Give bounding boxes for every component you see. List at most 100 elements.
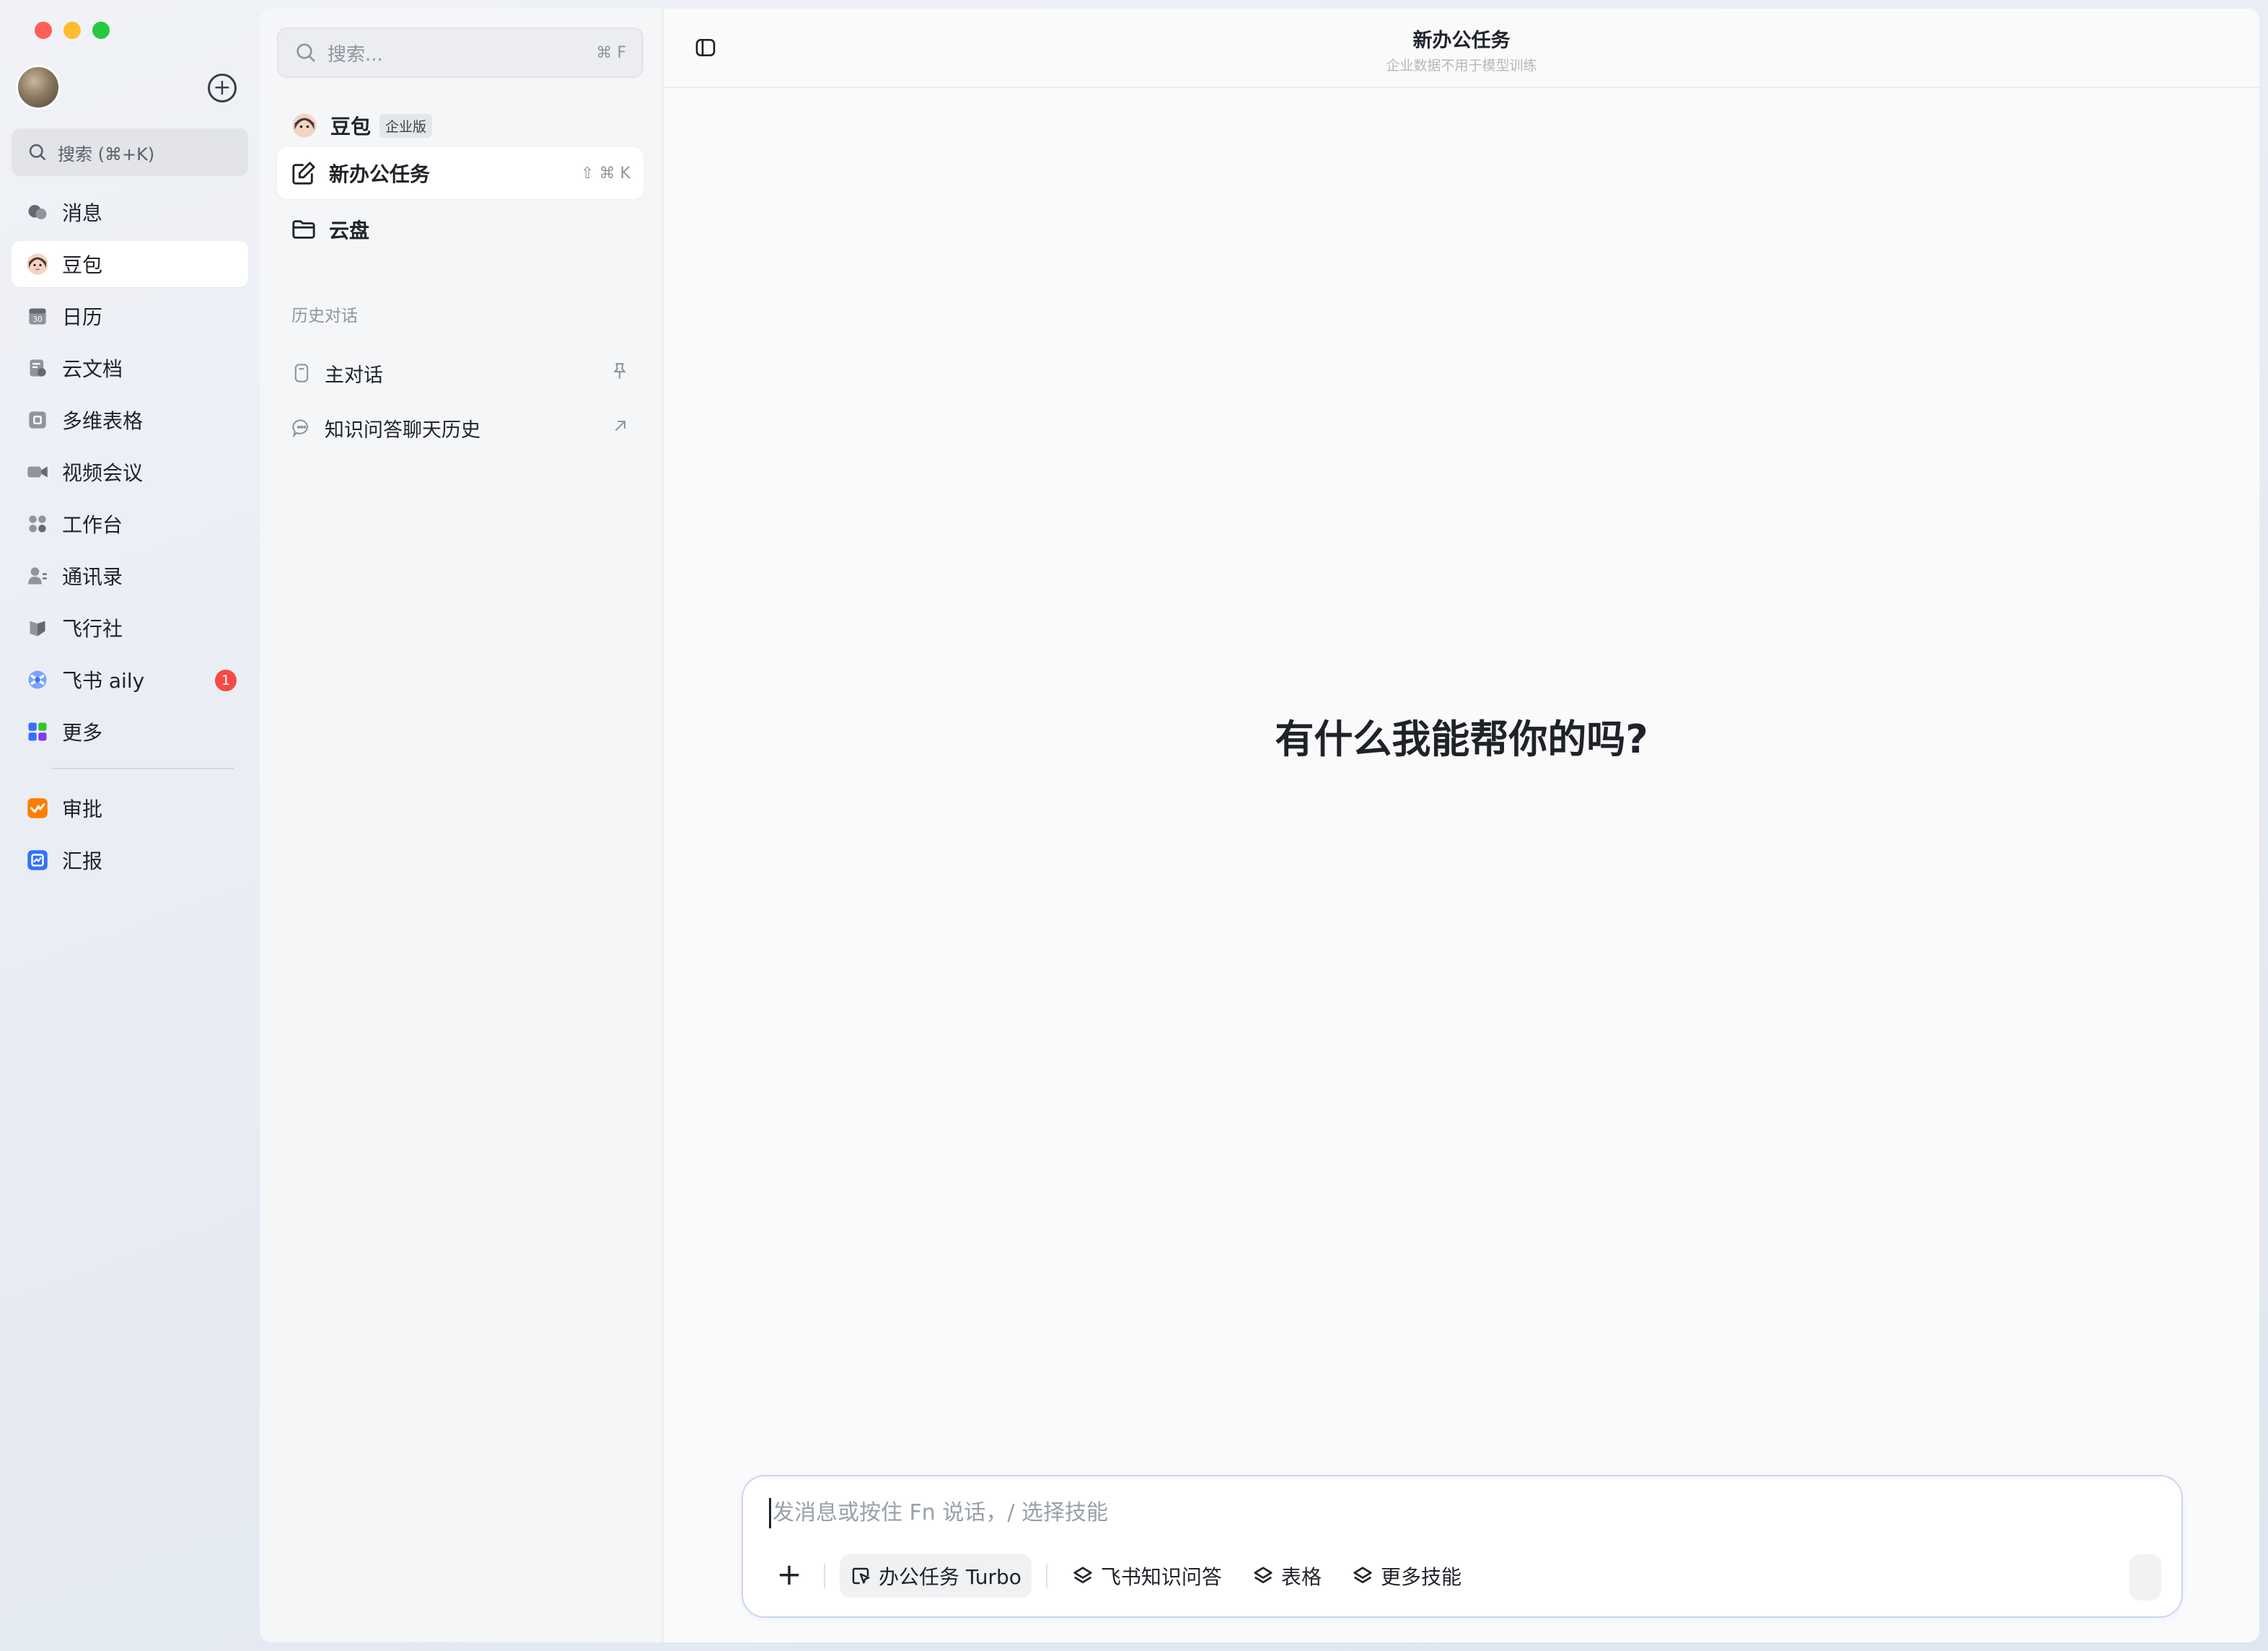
skill-office-task-turbo[interactable]: 办公任务 Turbo	[840, 1554, 1032, 1598]
add-attachment-button[interactable]: +	[769, 1556, 809, 1596]
message-composer: 发消息或按住 Fn 说话，/ 选择技能 + 办公任务 Turbo 飞书知识问答 …	[742, 1475, 2183, 1618]
history-item[interactable]: 主对话	[277, 349, 643, 397]
workplace-icon	[26, 512, 49, 535]
zoom-window-button[interactable]	[92, 22, 110, 39]
minimize-window-button[interactable]	[63, 22, 81, 39]
skill-layers-icon	[1254, 1567, 1273, 1584]
nav-item-workplace[interactable]: 工作台	[12, 501, 248, 547]
skill-label: 办公任务 Turbo	[879, 1565, 1021, 1589]
nav-item-label: 云文档	[62, 357, 123, 381]
create-plus-icon[interactable]: +	[208, 74, 237, 102]
nav-item-feixingshe[interactable]: 飞行社	[12, 605, 248, 651]
toolbar-divider	[824, 1564, 825, 1588]
svg-text:30: 30	[32, 315, 42, 324]
doubao-avatar-icon	[292, 113, 317, 138]
new-task-shortcut: ⇧ ⌘ K	[581, 164, 630, 183]
edit-icon	[292, 162, 315, 185]
feixingshe-icon	[26, 616, 49, 639]
calendar-icon: 30	[26, 305, 49, 328]
global-search-button[interactable]: 搜索 (⌘+K)	[12, 128, 248, 176]
nav-item-label: 豆包	[62, 253, 103, 277]
skill-layers-icon	[1353, 1567, 1372, 1584]
cloud-drive-item[interactable]: 云盘	[277, 203, 643, 255]
nav-item-label: 视频会议	[62, 461, 144, 485]
nav-item-cloud-docs[interactable]: 云文档	[12, 345, 248, 391]
nav-item-label: 更多	[62, 721, 103, 745]
nav-item-messages[interactable]: 消息	[12, 189, 248, 235]
message-icon	[26, 201, 49, 224]
nav-app-report[interactable]: 汇报	[12, 837, 248, 883]
history-item-label: 主对话	[325, 364, 383, 387]
user-avatar[interactable]	[16, 65, 61, 110]
doubao-enterprise-item[interactable]: 豆包 企业版	[277, 100, 643, 152]
search-shortcut: ⌘ F	[596, 43, 626, 62]
doubao-label: 豆包	[330, 115, 372, 139]
video-meeting-icon	[26, 460, 49, 483]
nav-item-list: 消息 豆包 30 日历 云文档 多维表格 视频会议 工作台 通讯录 飞行社 飞书…	[12, 189, 248, 889]
nav-item-contacts[interactable]: 通讯录	[12, 553, 248, 599]
folder-icon	[292, 220, 315, 239]
nav-item-calendar[interactable]: 30 日历	[12, 293, 248, 339]
enterprise-tag: 企业版	[379, 113, 433, 138]
chat-doc-icon	[294, 364, 309, 382]
nav-item-label: 工作台	[62, 513, 123, 537]
nav-item-label: 审批	[62, 797, 103, 821]
skill-label: 飞书知识问答	[1100, 1565, 1222, 1589]
history-item[interactable]: 知识问答聊天历史	[277, 404, 643, 452]
chat-header: 新办公任务 企业数据不用于模型训练	[664, 9, 2259, 88]
new-task-label: 新办公任务	[329, 162, 431, 186]
composer-toolbar: + 办公任务 Turbo 飞书知识问答 表格 更多技能	[769, 1554, 1472, 1598]
main-navigation: + 搜索 (⌘+K) 消息 豆包 30 日历 云文档 多维表格 视频会议 工作台…	[0, 0, 260, 1651]
chat-bubble-icon	[292, 419, 309, 438]
pin-icon[interactable]	[610, 362, 629, 385]
welcome-greeting: 有什么我能帮你的吗?	[1275, 717, 1648, 762]
global-search-label: 搜索 (⌘+K)	[58, 144, 155, 165]
send-button[interactable]	[2129, 1554, 2161, 1600]
close-window-button[interactable]	[35, 22, 52, 39]
cloud-doc-icon	[26, 356, 49, 380]
nav-item-label: 日历	[62, 305, 103, 329]
page-title: 新办公任务	[1412, 30, 1511, 52]
doubao-avatar-icon	[26, 253, 49, 276]
history-section-title: 历史对话	[291, 307, 358, 325]
skill-label: 更多技能	[1380, 1565, 1462, 1589]
history-item-label: 知识问答聊天历史	[325, 419, 480, 442]
nav-divider	[52, 768, 234, 769]
base-table-icon	[26, 408, 49, 432]
more-apps-icon	[26, 720, 49, 743]
nav-item-video-meeting[interactable]: 视频会议	[12, 449, 248, 495]
new-task-button[interactable]: 新办公任务 ⇧ ⌘ K	[277, 147, 643, 199]
report-icon	[26, 849, 49, 872]
nav-item-label: 通讯录	[62, 565, 123, 589]
aily-icon	[26, 668, 49, 691]
skill-table[interactable]: 表格	[1242, 1554, 1332, 1598]
conversation-search-input[interactable]: 搜索... ⌘ F	[277, 27, 643, 78]
skill-layers-icon	[1073, 1567, 1092, 1584]
nav-item-label: 汇报	[62, 849, 103, 873]
search-icon	[296, 43, 315, 62]
contacts-icon	[26, 564, 49, 587]
window-controls	[35, 22, 110, 39]
nav-item-label: 飞行社	[62, 617, 123, 641]
skill-more[interactable]: 更多技能	[1342, 1554, 1472, 1598]
search-placeholder: 搜索...	[328, 43, 383, 66]
toolbar-divider	[1045, 1564, 1047, 1588]
nav-app-approval[interactable]: 审批	[12, 785, 248, 831]
nav-item-doubao[interactable]: 豆包	[12, 241, 248, 287]
nav-item-base[interactable]: 多维表格	[12, 397, 248, 443]
message-input[interactable]: 发消息或按住 Fn 说话，/ 选择技能	[769, 1498, 1108, 1528]
nav-item-aily[interactable]: 飞书 aily 1	[12, 657, 248, 703]
privacy-note: 企业数据不用于模型训练	[1386, 58, 1537, 74]
doubao-sidebar: 搜索... ⌘ F 豆包 企业版 新办公任务 ⇧ ⌘ K 云盘 历史对话 主对话…	[260, 9, 662, 1642]
search-icon	[29, 144, 46, 161]
chat-main-panel: 新办公任务 企业数据不用于模型训练 有什么我能帮你的吗? 发消息或按住 Fn 说…	[662, 9, 2259, 1642]
approval-icon	[26, 797, 49, 820]
skill-label: 表格	[1280, 1565, 1322, 1589]
nav-item-label: 飞书 aily	[62, 669, 145, 693]
nav-item-label: 消息	[62, 201, 103, 225]
nav-item-label: 多维表格	[62, 409, 144, 433]
nav-item-more[interactable]: 更多	[12, 709, 248, 755]
open-external-icon[interactable]	[612, 417, 629, 439]
cloud-drive-label: 云盘	[329, 219, 370, 242]
skill-knowledge-qa[interactable]: 飞书知识问答	[1062, 1554, 1232, 1598]
